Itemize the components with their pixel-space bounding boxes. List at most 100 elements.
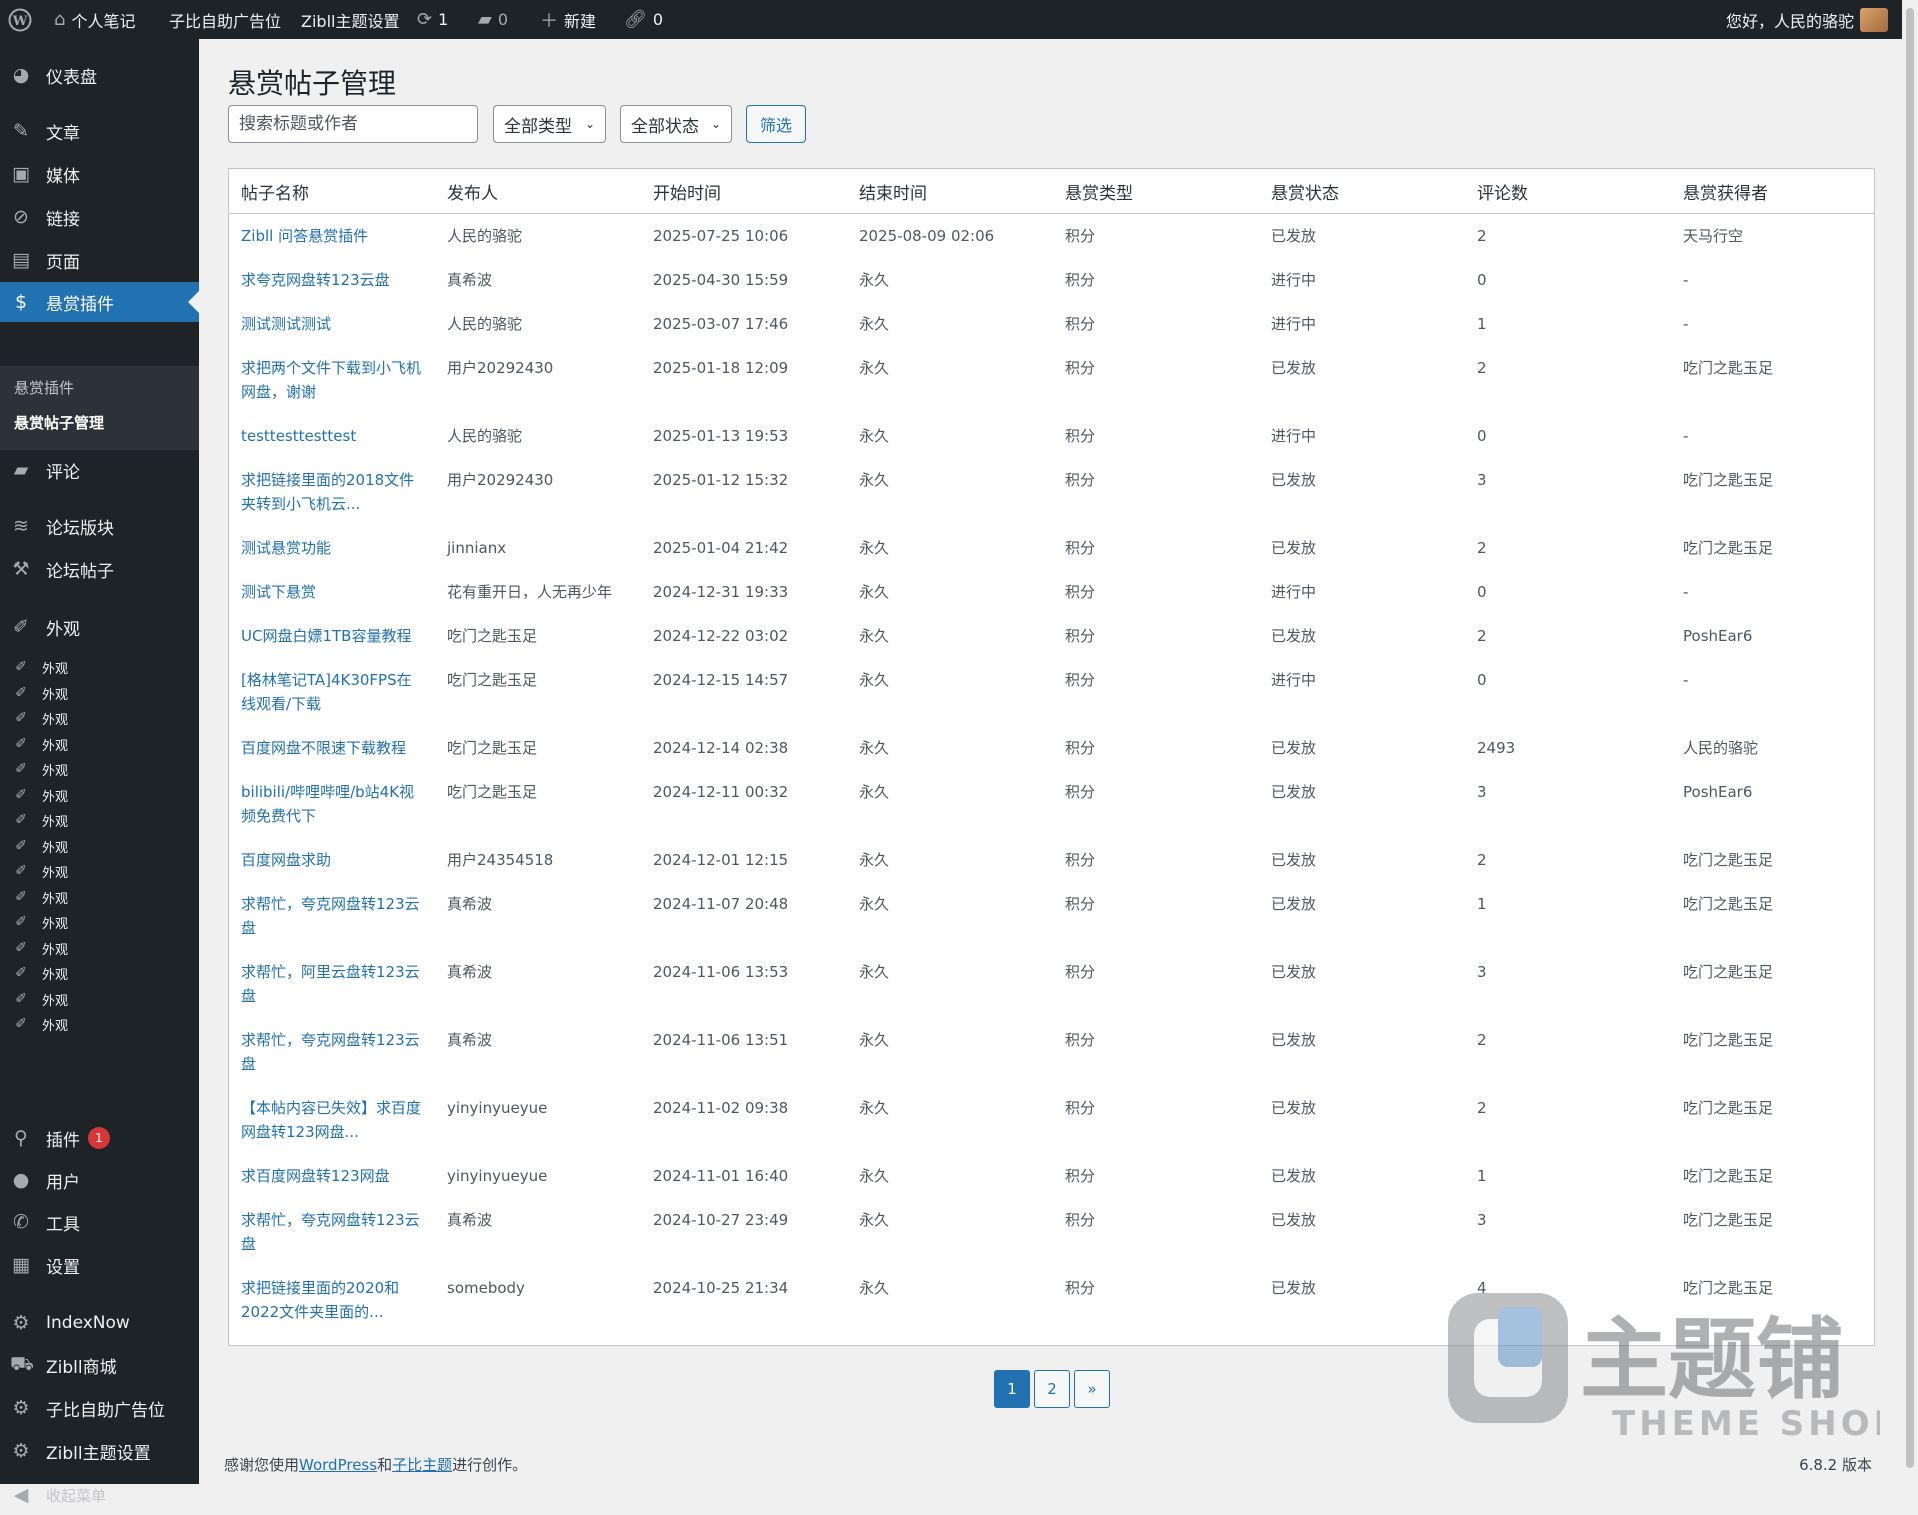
my-account-link[interactable]: 您好，人民的骆驼: [1726, 0, 1888, 39]
greeting: 您好，人民的骆驼: [1725, 11, 1854, 31]
post-title-link[interactable]: 测试下悬赏: [241, 583, 316, 601]
post-title-link[interactable]: 求夸克网盘转123云盘: [241, 271, 390, 289]
end-time-cell: 永久: [859, 1211, 890, 1229]
menu-appearance-item[interactable]: ✐ 外观: [0, 1009, 199, 1039]
menu-zibll-settings[interactable]: ⚙ Zibll主题设置: [0, 1431, 199, 1471]
bounty-winner-cell: PoshEar6: [1683, 627, 1753, 645]
scrollbar-thumb[interactable]: [1906, 8, 1914, 1468]
end-time-cell: 永久: [859, 627, 890, 645]
comments-link[interactable]: ▰ 0: [478, 0, 508, 39]
bounty-winner-cell: 吃门之匙玉足: [1683, 539, 1774, 557]
theme-link[interactable]: 子比主题: [392, 1456, 452, 1474]
pin-icon: ✎: [13, 120, 29, 142]
end-time-cell: 永久: [859, 271, 890, 289]
next-page-button[interactable]: »: [1074, 1370, 1110, 1408]
theme-shop-watermark: 主题铺 THEME SHOP: [1448, 1293, 1880, 1444]
post-title-cell: 【本帖内容已失效】求百度网盘转123网盘...: [229, 1086, 435, 1154]
wrench-icon: ✆: [13, 1211, 29, 1233]
start-time-cell: 2025-04-30 15:59: [653, 271, 789, 289]
post-title-link[interactable]: 求把链接里面的2020和2022文件夹里面的...: [241, 1279, 399, 1321]
start-time-cell: 2025-07-25 10:06: [653, 227, 789, 245]
wordpress-logo-icon[interactable]: W: [8, 0, 32, 39]
page-1-button[interactable]: 1: [994, 1370, 1030, 1408]
menu-label: 仪表盘: [46, 67, 97, 88]
post-title-link[interactable]: bilibili/哔哩哔哩/b站4K视频免费代下: [241, 783, 414, 825]
svg-text:W: W: [12, 14, 28, 29]
bounty-status-cell: 进行中: [1271, 671, 1317, 689]
bounty-status-cell: 已发放: [1271, 963, 1317, 981]
post-title-link[interactable]: 求帮忙，阿里云盘转123云盘: [241, 963, 420, 1005]
author-cell: 真希波: [447, 895, 493, 913]
bounty-status-cell: 已发放: [1271, 1211, 1317, 1229]
menu-bounty-plugin[interactable]: $ 悬赏插件: [0, 282, 199, 322]
brush-icon: ✐: [15, 787, 27, 803]
search-input[interactable]: [228, 105, 478, 143]
menu-label: 插件: [46, 1130, 80, 1151]
menu-label: 外观: [42, 738, 69, 754]
updates-link[interactable]: ⟳ 1: [417, 0, 448, 39]
bounty-type-cell: 积分: [1065, 583, 1096, 601]
post-title-link[interactable]: 【本帖内容已失效】求百度网盘转123网盘...: [241, 1099, 421, 1141]
comment-count-cell: 1: [1477, 1167, 1487, 1185]
post-title-link[interactable]: Zibll 问答悬赏插件: [241, 227, 368, 245]
menu-settings[interactable]: ▦ 设置: [0, 1245, 199, 1285]
comment-count-cell: 3: [1477, 1211, 1487, 1229]
post-title-link[interactable]: testtesttesttest: [241, 427, 356, 445]
ad-position-link[interactable]: 子比自助广告位: [169, 0, 281, 39]
post-title-link[interactable]: 求帮忙，夸克网盘转123云盘: [241, 1211, 420, 1253]
brush-icon: ✐: [15, 685, 27, 701]
filter-button[interactable]: 筛选: [746, 105, 806, 143]
post-title-link[interactable]: 求帮忙，夸克网盘转123云盘: [241, 895, 420, 937]
site-name-link[interactable]: ⌂ 个人笔记: [54, 0, 135, 39]
post-title-link[interactable]: [格林笔记TA]4K30FPS在线观看/下载: [241, 671, 412, 713]
status-select[interactable]: 全部状态 ⌄: [620, 105, 732, 143]
menu-users[interactable]: ● 用户: [0, 1160, 199, 1200]
menu-plugins[interactable]: ⚲ 插件 1: [0, 1118, 199, 1158]
refresh-icon: ⟳: [417, 9, 433, 30]
page-2-button[interactable]: 2: [1034, 1370, 1070, 1408]
comment-count-cell: 0: [1477, 671, 1487, 689]
author-cell: 人民的骆驼: [447, 427, 523, 445]
menu-label: 设置: [46, 1257, 80, 1278]
menu-links[interactable]: ⊘ 链接: [0, 197, 199, 237]
post-title-link[interactable]: 百度网盘不限速下载教程: [241, 739, 406, 757]
post-title-link[interactable]: 百度网盘求助: [241, 851, 331, 869]
start-time-cell: 2024-11-06 13:51: [653, 1031, 789, 1049]
new-content-link[interactable]: ＋ 新建: [540, 0, 596, 39]
links-link[interactable]: 🔗︎ 0: [624, 0, 663, 39]
menu-media[interactable]: ▣ 媒体: [0, 154, 199, 194]
menu-forum-sections[interactable]: ≋ 论坛版块: [0, 506, 199, 546]
menu-dashboard[interactable]: ◕ 仪表盘: [0, 55, 199, 95]
menu-zibll-shop[interactable]: ⛟ Zibll商城: [0, 1345, 199, 1385]
post-title-link[interactable]: 求把链接里面的2018文件夹转到小飞机云...: [241, 471, 414, 513]
collapse-menu-button[interactable]: ◀ 收起菜单: [0, 1475, 199, 1515]
menu-ad-position[interactable]: ⚙ 子比自助广告位: [0, 1388, 199, 1428]
menu-posts[interactable]: ✎ 文章: [0, 111, 199, 151]
menu-pages[interactable]: ▤ 页面: [0, 240, 199, 280]
end-time-cell: 永久: [859, 359, 890, 377]
post-title-link[interactable]: 求帮忙，夸克网盘转123云盘: [241, 1031, 420, 1073]
type-select[interactable]: 全部类型 ⌄: [493, 105, 606, 143]
scrollbar[interactable]: [1902, 0, 1918, 1484]
post-title-link[interactable]: 求把两个文件下载到小飞机网盘，谢谢: [241, 359, 421, 401]
table-row: 百度网盘不限速下载教程 吃门之匙玉足 2024-12-14 02:38 永久 积分 已发放…: [229, 726, 1874, 770]
submenu-bounty-plugin[interactable]: 悬赏插件: [14, 377, 74, 398]
menu-appearance[interactable]: ✐ 外观: [0, 607, 199, 647]
menu-indexnow[interactable]: ⚙ IndexNow: [0, 1303, 199, 1343]
wordpress-link[interactable]: WordPress: [299, 1456, 377, 1474]
post-title-link[interactable]: 测试悬赏功能: [241, 539, 331, 557]
theme-settings-link[interactable]: Zibll主题设置: [301, 0, 399, 39]
submenu-bounty-posts[interactable]: 悬赏帖子管理: [14, 412, 104, 433]
start-time-cell: 2024-12-01 12:15: [653, 851, 789, 869]
column-header: 帖子名称: [229, 169, 435, 214]
post-title-link[interactable]: 测试测试测试: [241, 315, 331, 333]
post-title-cell: 求帮忙，夸克网盘转123云盘: [229, 1198, 435, 1266]
menu-tools[interactable]: ✆ 工具: [0, 1202, 199, 1242]
bounty-status-cell: 已发放: [1271, 539, 1317, 557]
post-title-link[interactable]: UC网盘白嫖1TB容量教程: [241, 627, 411, 645]
bounty-winner-cell: PoshEar6: [1683, 783, 1753, 801]
post-title-link[interactable]: 求百度网盘转123网盘: [241, 1167, 390, 1185]
menu-forum-posts[interactable]: ⚒ 论坛帖子: [0, 549, 199, 589]
column-header: 评论数: [1465, 169, 1671, 214]
menu-comments[interactable]: ▰ 评论: [0, 450, 199, 490]
